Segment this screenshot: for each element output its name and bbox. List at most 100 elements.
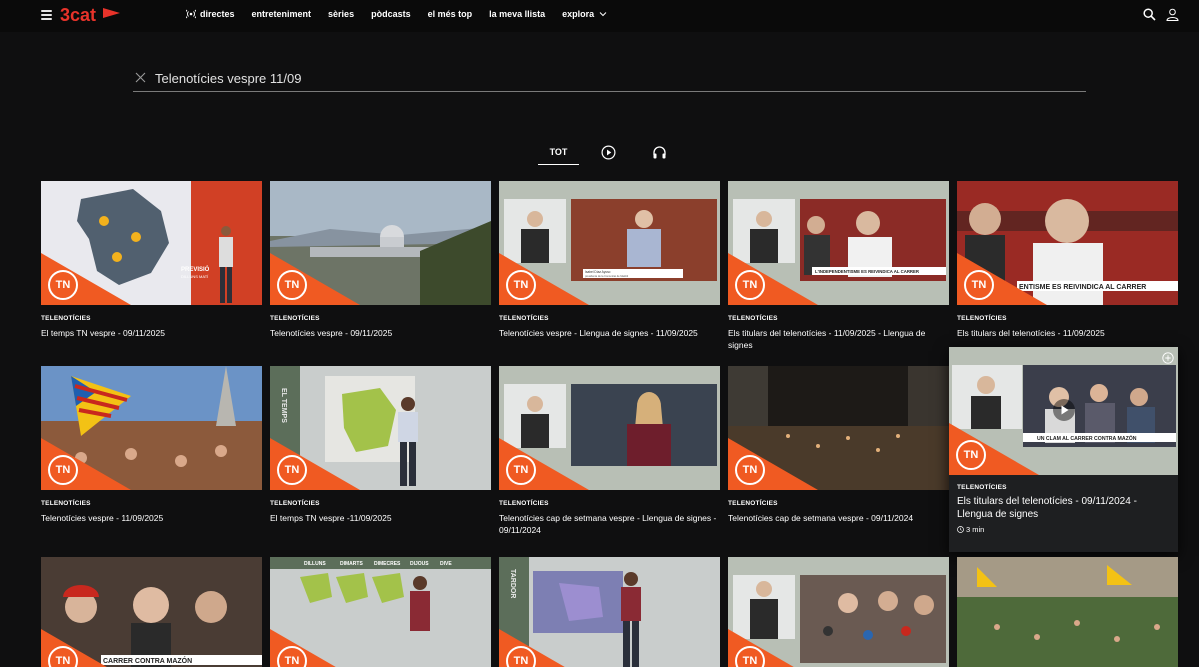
result-card[interactable]: TN TELENOTÍCIES Telenotícies cap de setm… — [499, 366, 720, 536]
nav-series[interactable]: sèries — [328, 9, 354, 19]
card-category: TELENOTÍCIES — [957, 484, 1007, 491]
card-category: TELENOTÍCIES — [41, 500, 91, 507]
card-title: Els titulars del telenotícies - 11/09/20… — [728, 328, 926, 350]
svg-text:PREVISIÓ: PREVISIÓ — [181, 265, 210, 273]
nav-label: la meva llista — [489, 9, 546, 19]
svg-text:presidenta de la Comunitat de: presidenta de la Comunitat de Madrid — [585, 274, 629, 278]
card-title: Els titulars del telenotícies - 11/09/20… — [957, 328, 1105, 338]
tab-audio[interactable] — [650, 140, 668, 165]
thumbnail: TARDOR TN — [499, 557, 720, 667]
play-icon[interactable] — [1052, 398, 1076, 422]
thumbnail: PREVISIÓ DILLUNS MATÍ TN — [41, 181, 262, 305]
thumbnail: DILLUNS DIMARTS DIMECRES DIJOUS DIVE TN — [270, 557, 491, 667]
result-card[interactable]: TN TELENOTÍCIES Telenotícies vespre - 09… — [270, 181, 491, 339]
menu-icon[interactable] — [41, 10, 52, 20]
card-category: TELENOTÍCIES — [957, 315, 1007, 322]
card-title: Telenotícies cap de setmana vespre - 09/… — [728, 513, 914, 523]
thumbnail: TN — [728, 366, 949, 490]
nav-entreteniment[interactable]: entreteniment — [252, 9, 312, 19]
svg-text:UN CLAM AL CARRER CONTRA MAZÓN: UN CLAM AL CARRER CONTRA MAZÓN — [1037, 434, 1137, 442]
nav-label: sèries — [328, 9, 355, 19]
nav-podcasts[interactable]: pòdcasts — [371, 9, 411, 19]
result-card[interactable]: DILLUNS DIMARTS DIMECRES DIJOUS DIVE TN — [270, 557, 491, 667]
card-title: Telenotícies vespre - 11/09/2025 — [41, 513, 164, 523]
card-title: El temps TN vespre - 09/11/2025 — [41, 328, 165, 338]
tn-logo-icon: TN — [48, 455, 78, 485]
nav-directes[interactable]: directes — [186, 9, 235, 19]
tn-logo-icon: TN — [506, 455, 536, 485]
svg-text:DIVE: DIVE — [440, 561, 452, 567]
thumbnail: L'INDEPENDENTISME ES REIVINDICA AL CARRE… — [728, 181, 949, 305]
card-title: Telenotícies vespre - Llengua de signes … — [499, 328, 698, 338]
thumbnail — [957, 557, 1178, 667]
result-card[interactable]: Isabel Díaz Ayuso presidenta de la Comun… — [499, 181, 720, 339]
nav-el-mes-top[interactable]: el més top — [428, 9, 473, 19]
nav-label: el més top — [427, 9, 473, 19]
card-category: TELENOTÍCIES — [499, 500, 549, 507]
top-bar: 3cat directes entreteniment sèries pòdca… — [0, 0, 1199, 32]
card-category: TELENOTÍCIES — [499, 315, 549, 322]
tn-logo-icon: TN — [964, 270, 994, 300]
thumbnail: TN — [499, 366, 720, 490]
svg-text:L'INDEPENDENTISME ES REIVINDIC: L'INDEPENDENTISME ES REIVINDICA AL CARRE… — [815, 269, 920, 274]
result-card-hovered[interactable]: UN CLAM AL CARRER CONTRA MAZÓN TN TELENO… — [949, 347, 1178, 552]
svg-text:TARDOR: TARDOR — [509, 569, 516, 598]
thumbnail: TN — [270, 181, 491, 305]
result-card[interactable]: TN TELENOTÍCIES Telenotícies vespre - 11… — [41, 366, 262, 524]
thumbnail: Isabel Díaz Ayuso presidenta de la Comun… — [499, 181, 720, 305]
result-card[interactable]: TN TELENOTÍCIES Telenotícies cap de setm… — [728, 366, 949, 524]
result-card[interactable] — [957, 557, 1178, 667]
result-card[interactable]: TARDOR TN — [499, 557, 720, 667]
card-title: Els titulars del telenotícies - 09/11/20… — [957, 496, 1137, 520]
tn-logo-icon: TN — [277, 270, 307, 300]
nav-la-meva-llista[interactable]: la meva llista — [489, 9, 545, 19]
card-title: Telenotícies vespre - 09/11/2025 — [270, 328, 393, 338]
tn-logo-icon: TN — [48, 270, 78, 300]
nav-label: entreteniment — [251, 9, 312, 19]
thumbnail: EL TEMPS TN — [270, 366, 491, 490]
nav-label: explora — [562, 9, 595, 19]
card-title: El temps TN vespre -11/09/2025 — [270, 513, 392, 523]
svg-text:DIMECRES: DIMECRES — [374, 561, 401, 567]
tn-logo-icon: TN — [956, 440, 986, 470]
card-title: Telenotícies cap de setmana vespre - Lle… — [499, 513, 717, 535]
result-card[interactable]: L'INDEPENDENTISME ES REIVINDICA AL CARRE… — [728, 181, 949, 351]
svg-text:DIJOUS: DIJOUS — [410, 561, 429, 567]
svg-text:3cat: 3cat — [60, 5, 96, 25]
close-icon[interactable] — [135, 72, 146, 83]
svg-text:DILLUNS MATÍ: DILLUNS MATÍ — [181, 274, 209, 279]
nav-label: directes — [200, 9, 235, 19]
add-to-list-icon[interactable] — [1162, 352, 1174, 364]
search-icon[interactable] — [1143, 8, 1156, 21]
result-card[interactable]: PREVISIÓ DILLUNS MATÍ TN TELENOTÍCIES El… — [41, 181, 262, 339]
duration: 3 min — [957, 525, 1170, 534]
3cat-logo[interactable]: 3cat — [60, 5, 122, 25]
thumbnail: ENTISME ES REIVINDICA AL CARRER TN — [957, 181, 1178, 305]
result-card[interactable]: ENTISME ES REIVINDICA AL CARRER TN TELEN… — [957, 181, 1178, 339]
svg-text:EL TEMPS: EL TEMPS — [280, 388, 287, 423]
tn-logo-icon: TN — [735, 270, 765, 300]
tab-tot[interactable]: TOT — [538, 140, 579, 165]
tn-logo-icon: TN — [277, 455, 307, 485]
card-category: TELENOTÍCIES — [270, 315, 320, 322]
result-card[interactable]: CARRER CONTRA MAZÓN TN — [41, 557, 262, 667]
tab-video[interactable] — [599, 140, 617, 165]
svg-text:DIMARTS: DIMARTS — [340, 561, 363, 567]
result-card[interactable]: TN — [728, 557, 949, 667]
nav-label: pòdcasts — [371, 9, 411, 19]
user-icon[interactable] — [1166, 8, 1179, 21]
nav-explora[interactable]: explora — [562, 9, 607, 19]
search-input[interactable] — [155, 68, 1055, 88]
card-category: TELENOTÍCIES — [270, 500, 320, 507]
thumbnail: CARRER CONTRA MAZÓN TN — [41, 557, 262, 667]
thumbnail: UN CLAM AL CARRER CONTRA MAZÓN TN — [949, 347, 1178, 475]
card-category: TELENOTÍCIES — [728, 500, 778, 507]
result-card[interactable]: EL TEMPS TN TELENOTÍCIES El temps TN ves… — [270, 366, 491, 524]
card-category: TELENOTÍCIES — [728, 315, 778, 322]
play-circle-icon — [600, 145, 616, 160]
tab-label: TOT — [549, 147, 568, 157]
tn-logo-icon: TN — [506, 270, 536, 300]
live-broadcast-icon — [186, 9, 196, 19]
card-category: TELENOTÍCIES — [41, 315, 91, 322]
svg-text:DILLUNS: DILLUNS — [304, 561, 326, 567]
